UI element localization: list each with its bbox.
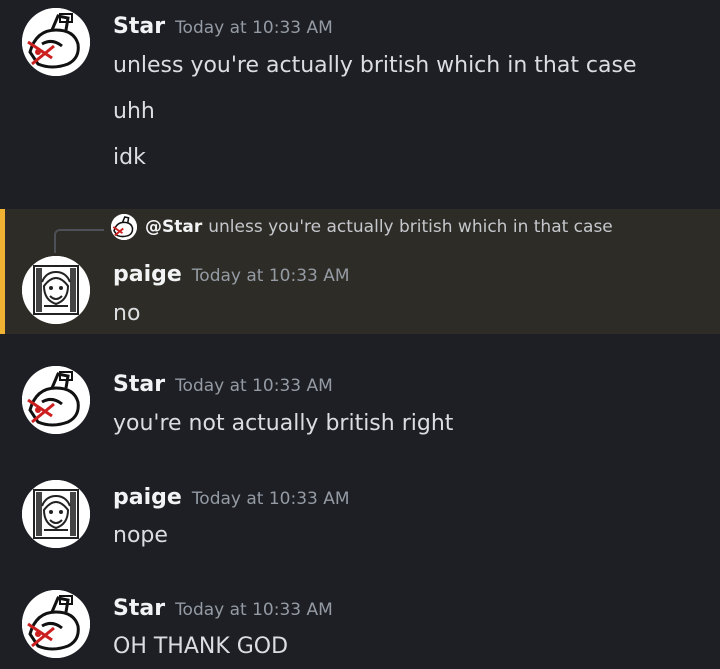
message-star-2[interactable]: Star Today at 10:33 AM you're not actuall… (0, 360, 720, 450)
message-line: unless you're actually british which in … (113, 53, 637, 78)
star-avatar-icon (111, 214, 137, 240)
author-name[interactable]: paige (113, 262, 182, 287)
reply-preview[interactable]: @Star unless you're actually british whi… (111, 214, 613, 240)
message-line: uhh (113, 99, 155, 124)
mention-highlight-bar (0, 209, 5, 334)
message-line: no (113, 301, 141, 326)
message-line: OH THANK GOD (113, 634, 289, 659)
message-paige[interactable]: paige Today at 10:33 AM nope (0, 472, 720, 562)
author-name[interactable]: Star (113, 14, 165, 39)
timestamp[interactable]: Today at 10:33 AM (175, 600, 333, 620)
timestamp[interactable]: Today at 10:33 AM (175, 376, 333, 396)
reply-spine (54, 229, 104, 253)
message-star-1[interactable]: Star Today at 10:33 AM unless you're actu… (0, 0, 720, 200)
paige-avatar-icon[interactable] (22, 480, 90, 548)
star-avatar-icon[interactable] (22, 8, 90, 76)
reply-text[interactable]: unless you're actually british which in … (208, 217, 613, 237)
author-name[interactable]: paige (113, 485, 182, 510)
timestamp[interactable]: Today at 10:33 AM (192, 489, 350, 509)
star-avatar-icon[interactable] (22, 590, 90, 658)
timestamp[interactable]: Today at 10:33 AM (175, 18, 333, 38)
star-avatar-icon[interactable] (22, 366, 90, 434)
message-paige-reply[interactable]: @Star unless you're actually british whi… (0, 209, 720, 334)
author-name[interactable]: Star (113, 596, 165, 621)
message-line: you're not actually british right (113, 411, 454, 436)
timestamp[interactable]: Today at 10:33 AM (192, 266, 350, 286)
paige-avatar-icon[interactable] (22, 256, 90, 324)
message-line: idk (113, 145, 146, 170)
author-name[interactable]: Star (113, 372, 165, 397)
message-line: nope (113, 523, 168, 548)
reply-author[interactable]: @Star (145, 217, 202, 237)
message-star-3[interactable]: Star Today at 10:33 AM OH THANK GOD (0, 584, 720, 669)
chat-log: Star Today at 10:33 AM unless you're actu… (0, 0, 720, 669)
